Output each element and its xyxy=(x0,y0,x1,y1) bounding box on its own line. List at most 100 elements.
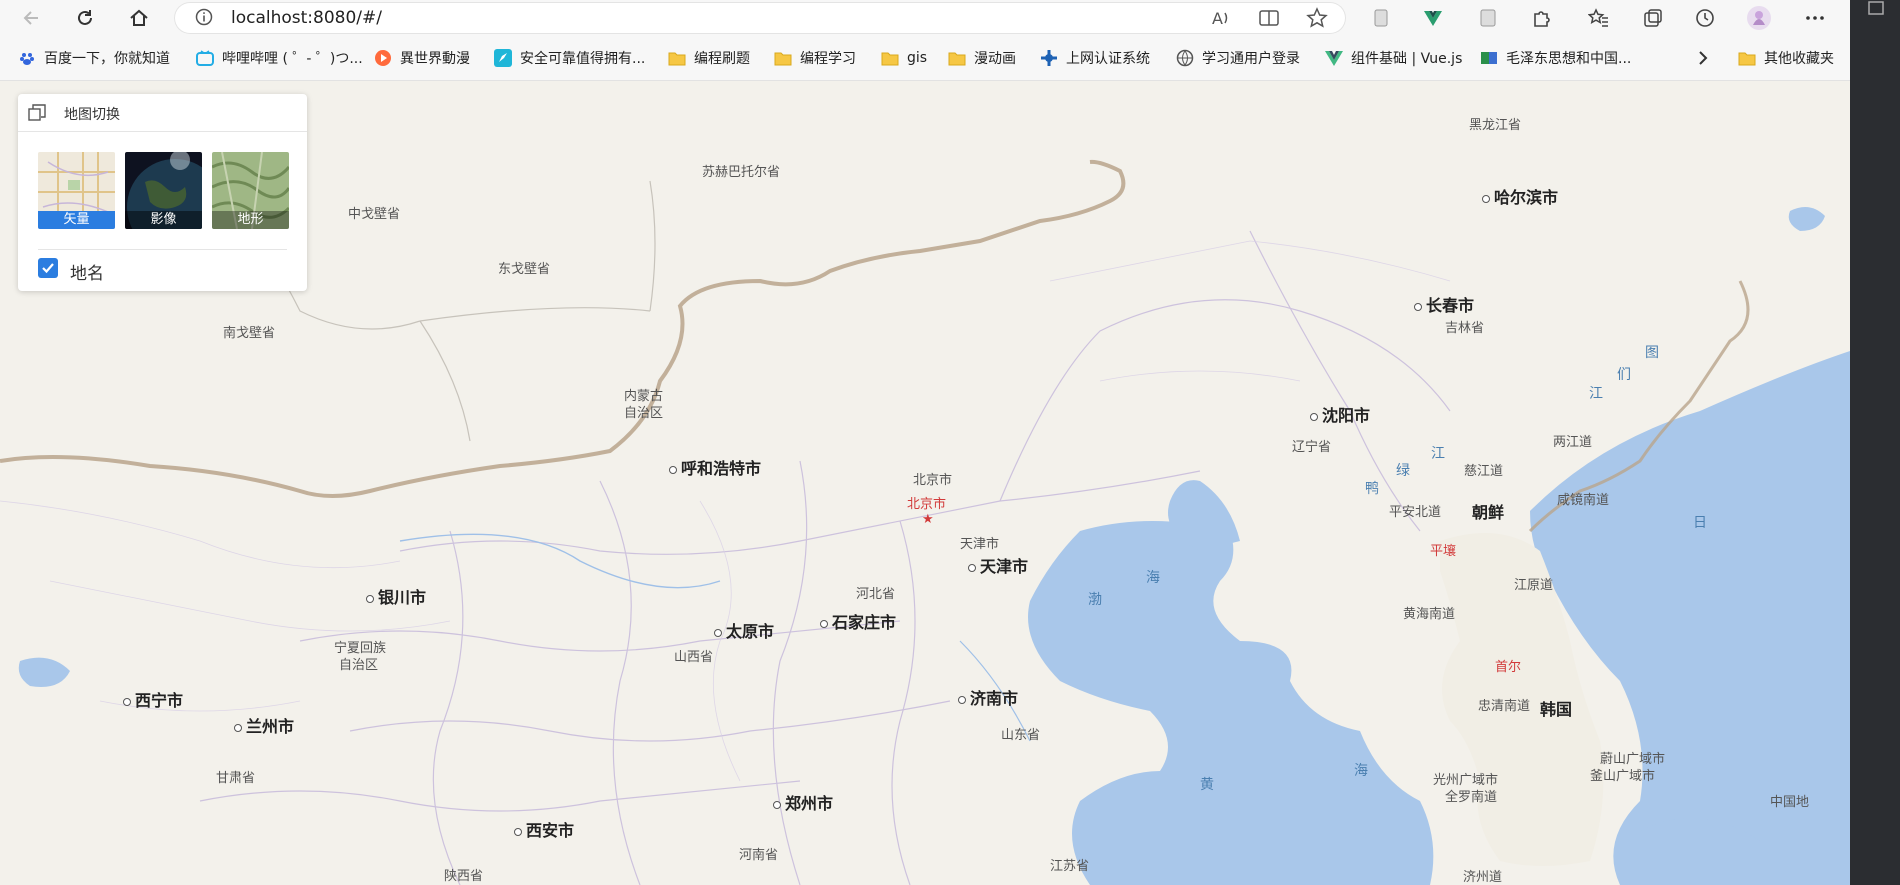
map-label: 咸镜南道 xyxy=(1557,493,1610,508)
map-label: 两江道 xyxy=(1553,435,1593,450)
layer-option-imagery[interactable]: 影像 xyxy=(125,152,202,229)
favorite-star-icon[interactable] xyxy=(1304,6,1330,30)
map-label: 全罗南道 xyxy=(1445,790,1498,805)
folder-icon xyxy=(774,49,792,67)
arrow-left-icon xyxy=(23,11,38,25)
map-label-sea: 海 xyxy=(1146,570,1160,586)
map-label: 陕西省 xyxy=(444,869,484,884)
read-aloud-icon[interactable]: A xyxy=(1208,6,1234,30)
map-label-sea: 海 xyxy=(1354,763,1368,779)
baidu-icon xyxy=(18,49,36,67)
globe-icon xyxy=(1176,49,1194,67)
map-label: 江苏省 xyxy=(1050,859,1090,874)
map-label: 自治区 xyxy=(624,406,664,421)
map-label: 辽宁省 xyxy=(1292,440,1332,455)
folder-icon xyxy=(1738,49,1756,67)
map-label-city: 济南市 xyxy=(958,685,1018,709)
map-label: 东戈壁省 xyxy=(498,262,551,277)
home-icon xyxy=(130,9,148,26)
bookmarks-overflow-button[interactable] xyxy=(1696,46,1710,70)
placename-label: 地名 xyxy=(70,264,104,284)
map-label-city: 太原市 xyxy=(714,618,774,642)
bookmark-secure[interactable]: 安全可靠值得拥有... xyxy=(494,46,645,70)
split-screen-icon[interactable] xyxy=(1256,6,1282,30)
bookmarks-bar: 百度一下，你就知道 哔哩哔哩 ( ゜- ゜)つ... 異世界動漫 安全可靠值得拥… xyxy=(0,44,1850,72)
map-label: 中国地 xyxy=(1770,795,1810,810)
panel-divider xyxy=(38,249,287,250)
placename-checkbox[interactable] xyxy=(38,258,58,278)
favorites-list-icon[interactable] xyxy=(1586,6,1612,30)
map-switch-title: 地图切换 xyxy=(64,107,120,123)
map-label-city: 西宁市 xyxy=(123,687,183,711)
map-label-sea: 鸭 xyxy=(1365,481,1379,497)
bookmark-folder-coding-problems[interactable]: 编程刷题 xyxy=(668,46,750,70)
layer-label-vector: 矢量 xyxy=(38,211,115,229)
layer-label-terrain: 地形 xyxy=(212,211,289,229)
extension-icon[interactable] xyxy=(1368,6,1394,30)
bookmark-anime[interactable]: 異世界動漫 xyxy=(374,46,470,70)
map-label-city: 西安市 xyxy=(514,817,574,841)
history-icon[interactable] xyxy=(1692,6,1718,30)
layer-option-terrain[interactable]: 地形 xyxy=(212,152,289,229)
map-label-capital: 平壤 xyxy=(1430,544,1457,559)
collections-icon[interactable] xyxy=(1640,6,1666,30)
bookmark-baidu[interactable]: 百度一下，你就知道 xyxy=(18,46,170,70)
bookmark-bilibili[interactable]: 哔哩哔哩 ( ゜- ゜)つ... xyxy=(196,46,363,70)
map-label: 河北省 xyxy=(856,587,896,602)
home-button[interactable] xyxy=(125,6,153,30)
folder-icon xyxy=(948,49,966,67)
map-label-city: 郑州市 xyxy=(773,790,833,814)
map-label: 济州道 xyxy=(1463,870,1503,885)
map-label-sea: 江 xyxy=(1431,446,1445,462)
bookmark-folder-coding-study[interactable]: 编程学习 xyxy=(774,46,856,70)
map-switch-header: 地图切换 xyxy=(18,94,307,132)
side-panel-strip xyxy=(1850,0,1900,885)
layers-switch-icon xyxy=(28,104,46,121)
map-label-city: 天津市 xyxy=(968,553,1028,577)
map-label: 甘肃省 xyxy=(216,771,256,786)
map-label: 天津市 xyxy=(960,537,1000,552)
url-text[interactable]: localhost:8080/#/ xyxy=(231,8,382,28)
toolbar: localhost:8080/#/ A xyxy=(0,0,1850,36)
map-label-sea: 图 xyxy=(1645,345,1659,361)
play-icon xyxy=(374,49,392,67)
map-label: 中戈壁省 xyxy=(348,207,401,222)
map-label: 河南省 xyxy=(739,848,779,863)
map-label-city: 长春市 xyxy=(1414,292,1474,316)
reload-button[interactable] xyxy=(71,6,99,30)
bookmark-network-auth[interactable]: 上网认证系统 xyxy=(1040,46,1150,70)
svg-text:A: A xyxy=(1212,9,1223,28)
map-label: 南戈壁省 xyxy=(223,326,276,341)
map-label-city: 石家庄市 xyxy=(820,609,896,633)
network-icon xyxy=(1040,49,1058,67)
sidebar-toggle-icon[interactable] xyxy=(1850,0,1900,20)
bookmark-folder-gis[interactable]: gis xyxy=(881,46,927,70)
bookmark-other-favorites[interactable]: 其他收藏夹 xyxy=(1738,46,1834,70)
map-label-capital: 北京市 ★ xyxy=(907,497,947,527)
profile-avatar[interactable] xyxy=(1746,6,1772,30)
map-label-sea: 日 xyxy=(1693,515,1707,531)
map-label: 山西省 xyxy=(674,650,714,665)
bookmark-xuexitong[interactable]: 学习通用户登录 xyxy=(1176,46,1300,70)
bookmark-mao-thought[interactable]: 毛泽东思想和中国... xyxy=(1480,46,1631,70)
bookmark-folder-anime[interactable]: 漫动画 xyxy=(948,46,1016,70)
document-icon[interactable] xyxy=(1475,6,1501,30)
layer-option-vector[interactable]: 矢量 xyxy=(38,152,115,229)
bookmark-vue[interactable]: 组件基础 | Vue.js xyxy=(1325,46,1462,70)
back-button[interactable] xyxy=(18,6,46,30)
site-info-icon[interactable] xyxy=(195,8,213,30)
map-label: 苏赫巴托尔省 xyxy=(702,165,781,180)
folder-icon xyxy=(881,49,899,67)
extensions-puzzle-icon[interactable] xyxy=(1528,6,1554,30)
more-options-icon[interactable] xyxy=(1802,6,1828,30)
map-label-city: 兰州市 xyxy=(234,713,294,737)
map-label: 忠清南道 xyxy=(1478,699,1531,714)
map-label: 黄海南道 xyxy=(1403,607,1456,622)
map-label-sea: 黄 xyxy=(1200,777,1214,793)
map-label-sea: 们 xyxy=(1617,367,1631,383)
map-label-city: 呼和浩特市 xyxy=(669,455,761,479)
vue-devtools-icon[interactable] xyxy=(1420,6,1446,30)
chevron-right-icon xyxy=(1699,51,1708,65)
rocket-icon xyxy=(494,49,512,67)
map-label: 吉林省 xyxy=(1445,321,1485,336)
